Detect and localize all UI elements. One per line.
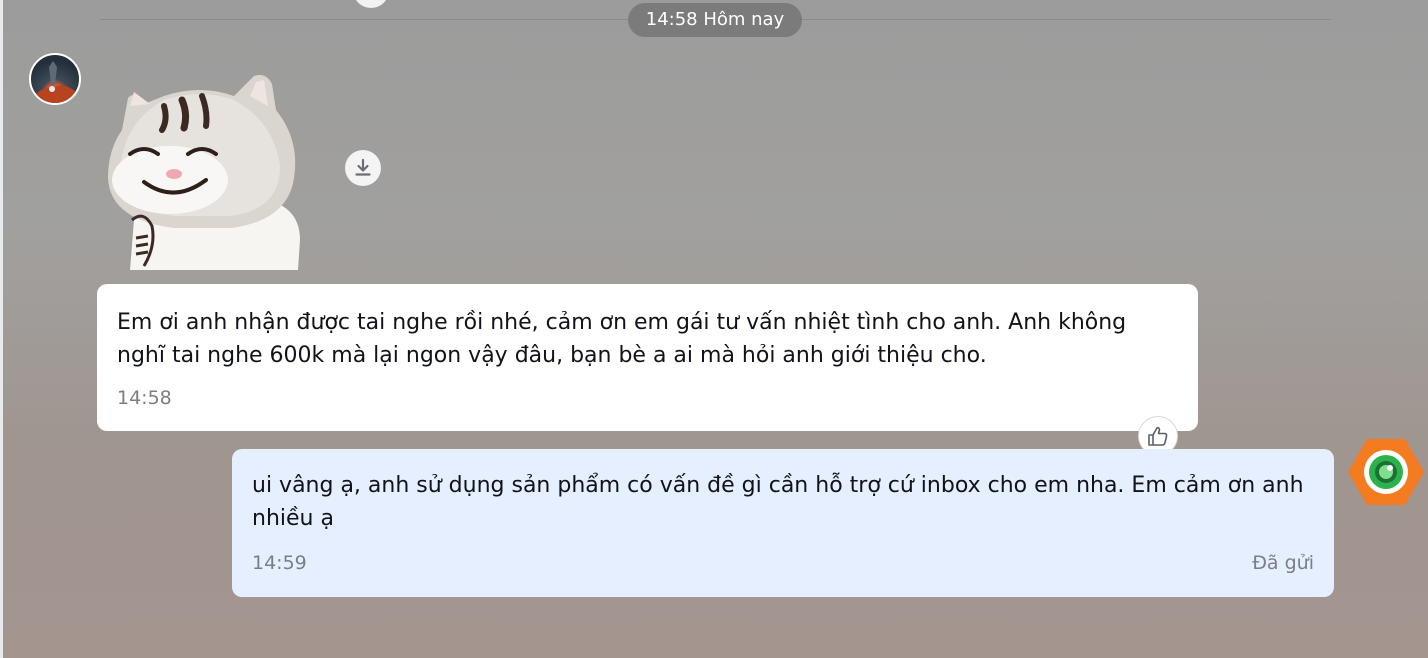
cat-sticker-image: [108, 75, 300, 270]
download-icon: [355, 158, 371, 176]
message-bubble-received[interactable]: Em ơi anh nhận được tai nghe rồi nhé, cả…: [97, 284, 1198, 431]
cat-sticker[interactable]: [104, 70, 310, 270]
contact-avatar[interactable]: [29, 53, 81, 105]
message-time: 14:58: [117, 387, 172, 409]
message-status: Đã gửi: [1252, 552, 1314, 574]
window-left-edge: [0, 0, 3, 658]
thumbs-up-icon: [1148, 426, 1168, 446]
message-text: ui vâng ạ, anh sử dụng sản phẩm có vấn đ…: [252, 473, 1304, 531]
camera-lens-icon: [1348, 439, 1424, 505]
message-text: Em ơi anh nhận được tai nghe rồi nhé, cả…: [117, 310, 1127, 368]
message-bubble-sent[interactable]: ui vâng ạ, anh sử dụng sản phẩm có vấn đ…: [232, 449, 1334, 597]
floating-app-badge[interactable]: [1347, 437, 1425, 507]
message-time: 14:59: [252, 552, 307, 574]
avatar-image: [35, 61, 75, 103]
date-divider: 14:58 Hôm nay: [100, 0, 1331, 40]
date-pill: 14:58 Hôm nay: [628, 3, 802, 37]
download-sticker-button[interactable]: [345, 150, 381, 186]
